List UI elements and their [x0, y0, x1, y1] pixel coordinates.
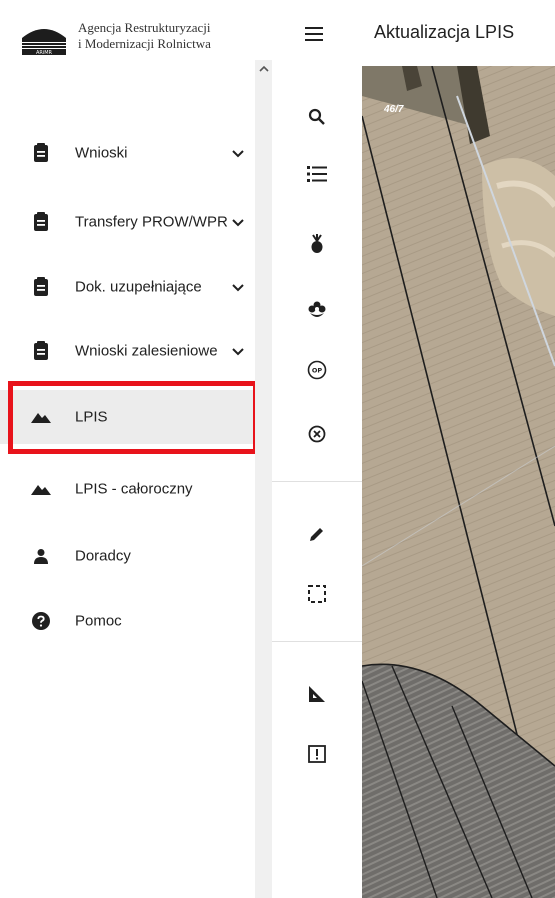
nav-item-wnioski-zalesieniowe[interactable]: Wnioski zalesieniowe	[0, 324, 258, 378]
nav-item-lpis[interactable]: LPIS	[0, 390, 258, 444]
nav-item-label: Doradcy	[75, 547, 131, 565]
clipboard-icon	[31, 143, 51, 163]
arimr-logo[interactable]: ARiMR Agencja Restrukturyzacji i Moderni…	[20, 18, 211, 56]
clipboard-icon	[31, 212, 51, 232]
clipboard-icon	[31, 341, 51, 361]
nav-item-pomoc[interactable]: Pomoc	[0, 594, 258, 648]
nav-item-label: LPIS	[75, 408, 108, 426]
measure-icon[interactable]	[303, 680, 331, 708]
aerial-imagery	[362, 66, 555, 898]
scroll-up-icon[interactable]	[255, 60, 272, 77]
report-icon[interactable]	[303, 740, 331, 768]
logo-line-2: i Modernizacji Rolnictwa	[78, 36, 211, 51]
chevron-down-icon[interactable]	[230, 214, 246, 230]
nav-item-label: Wnioski	[75, 144, 128, 162]
chevron-down-icon[interactable]	[230, 279, 246, 295]
svg-text:ARiMR: ARiMR	[36, 50, 53, 56]
clipboard-icon	[31, 277, 51, 297]
flower-icon[interactable]	[303, 296, 331, 324]
nav-item-label: Pomoc	[75, 612, 122, 630]
nav-item-lpis-caloroczny[interactable]: LPIS - całoroczny	[0, 462, 258, 516]
nav-item-label: LPIS - całoroczny	[75, 480, 193, 498]
terrain-icon	[31, 479, 51, 499]
page-title: Aktualizacja LPIS	[374, 22, 515, 42]
pencil-icon[interactable]	[303, 520, 331, 548]
map-view[interactable]: 46/7	[362, 66, 555, 898]
nav-item-label: Transfery PROW/WPR	[75, 213, 228, 231]
toolbar-divider	[272, 641, 362, 642]
search-icon[interactable]	[303, 103, 331, 131]
nav-item-dok-uzupelniajace[interactable]: Dok. uzupełniające	[0, 260, 258, 314]
toolbar-divider	[272, 481, 362, 482]
nav-item-label: Dok. uzupełniające	[75, 278, 202, 296]
crop-icon[interactable]	[303, 230, 331, 258]
nav-item-doradcy[interactable]: Doradcy	[0, 529, 258, 583]
chevron-down-icon[interactable]	[230, 343, 246, 359]
nav-item-transfery[interactable]: Transfery PROW/WPR	[0, 195, 258, 249]
nav-item-label: Wnioski zalesieniowe	[75, 342, 218, 360]
arimr-logo-icon: ARiMR	[20, 18, 68, 56]
person-icon	[31, 546, 51, 566]
chevron-down-icon[interactable]	[230, 145, 246, 161]
parcel-number-label: 46/7	[384, 104, 404, 115]
side-nav: ARiMR Agencja Restrukturyzacji i Moderni…	[0, 0, 258, 898]
nav-scrollbar[interactable]	[255, 60, 272, 898]
nav-item-wnioski[interactable]: Wnioski	[0, 126, 258, 180]
hamburger-icon[interactable]	[302, 22, 326, 46]
op-badge-icon[interactable]: OP	[303, 356, 331, 384]
select-area-icon[interactable]	[303, 580, 331, 608]
close-circle-icon[interactable]	[303, 420, 331, 448]
logo-line-1: Agencja Restrukturyzacji	[78, 20, 211, 35]
logo-text: Agencja Restrukturyzacji i Modernizacji …	[78, 20, 211, 52]
svg-text:OP: OP	[312, 367, 323, 375]
terrain-icon	[31, 407, 51, 427]
list-icon[interactable]	[303, 160, 331, 188]
help-icon	[31, 611, 51, 631]
